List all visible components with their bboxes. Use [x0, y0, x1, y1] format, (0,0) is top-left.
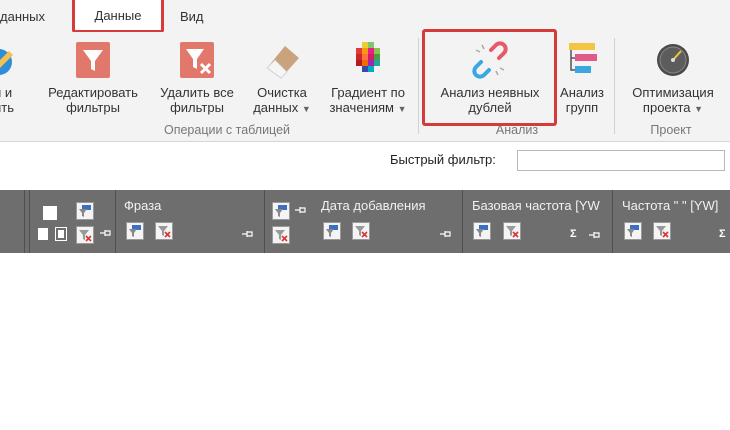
- column-separator: [612, 190, 613, 253]
- ribbon-label: фильтры: [170, 100, 224, 115]
- chevron-down-icon: ▼: [397, 104, 407, 114]
- ribbon-button-partial[interactable]: и и ить: [0, 32, 24, 124]
- column-header-frequency[interactable]: Частота " " [YW]: [622, 198, 730, 213]
- grid-body: [0, 253, 730, 430]
- pin-icon[interactable]: [242, 230, 254, 238]
- ribbon-label: и и: [0, 85, 13, 100]
- filter-icon[interactable]: [272, 202, 290, 220]
- tab-bar: данных Данные Вид: [0, 0, 730, 33]
- quick-filter-input[interactable]: [517, 150, 725, 171]
- quick-filter-label: Быстрый фильтр:: [390, 152, 496, 167]
- pin-icon[interactable]: [440, 230, 452, 238]
- filter-remove-icon[interactable]: [653, 222, 671, 240]
- pin-icon[interactable]: [100, 229, 112, 237]
- clear-data-button[interactable]: Очистка данных ▼: [246, 32, 318, 124]
- ribbon-label: Редактировать: [48, 85, 138, 100]
- group-label-project: Проект: [650, 123, 692, 137]
- chevron-down-icon: ▼: [694, 104, 704, 114]
- eraser-icon: [266, 46, 299, 79]
- group-label-table-ops: Операции с таблицей: [163, 123, 291, 137]
- ribbon-label: данных: [253, 100, 299, 115]
- ribbon-label: Удалить все: [160, 85, 234, 100]
- filter-icon[interactable]: [126, 222, 144, 240]
- filter-remove-icon[interactable]: [503, 222, 521, 240]
- ribbon: и и ить Редактировать фильтры Удалить вс…: [0, 32, 730, 142]
- ribbon-label: Очистка: [257, 85, 307, 100]
- filter-remove-icon[interactable]: [272, 226, 290, 244]
- ribbon-label: проекта: [642, 100, 691, 115]
- select-all-checkbox[interactable]: [43, 206, 57, 220]
- filter-remove-icon: [180, 42, 214, 78]
- chevron-down-icon: ▼: [301, 104, 311, 114]
- column-header-base-frequency[interactable]: Базовая частота [YW: [472, 198, 604, 213]
- filter-icon: [76, 42, 110, 78]
- pin-icon[interactable]: [295, 206, 307, 214]
- pencil-circle-icon: [0, 49, 13, 75]
- column-header-phrase[interactable]: Фраза: [124, 198, 260, 213]
- filter-remove-icon[interactable]: [352, 222, 370, 240]
- edit-filters-button[interactable]: Редактировать фильтры: [38, 32, 148, 124]
- ribbon-label: значениям: [329, 100, 394, 115]
- filter-remove-icon[interactable]: [76, 226, 94, 244]
- color-gradient-icon: [356, 42, 380, 72]
- filter-icon[interactable]: [76, 202, 94, 220]
- ribbon-label: фильтры: [66, 100, 120, 115]
- column-separator: [462, 190, 463, 253]
- sum-icon[interactable]: Σ: [719, 228, 726, 240]
- tab-data-partial[interactable]: данных: [0, 0, 45, 32]
- filter-icon[interactable]: [473, 222, 491, 240]
- ribbon-label: Оптимизация: [632, 85, 714, 100]
- group-analysis-button[interactable]: Анализ групп: [556, 32, 608, 124]
- project-optimization-button[interactable]: Оптимизация проекта ▼: [620, 32, 726, 124]
- ribbon-label: Градиент по: [331, 85, 405, 100]
- remove-all-filters-button[interactable]: Удалить все фильтры: [150, 32, 244, 124]
- checkbox-mini[interactable]: [55, 227, 67, 241]
- ribbon-label: ить: [0, 100, 14, 115]
- column-separator: [264, 190, 265, 253]
- sum-icon[interactable]: Σ: [570, 228, 577, 240]
- highlight-box: [422, 29, 557, 126]
- checkbox-mini[interactable]: [38, 228, 48, 240]
- value-gradient-button[interactable]: Градиент по значениям ▼: [322, 32, 414, 124]
- ribbon-label: Анализ: [560, 85, 604, 100]
- tab-view[interactable]: Вид: [180, 0, 204, 32]
- pin-icon[interactable]: [589, 231, 601, 239]
- column-separator: [115, 190, 116, 253]
- speedometer-icon: [657, 44, 689, 76]
- tab-data[interactable]: Данные: [72, 0, 164, 33]
- hierarchy-icon: [569, 43, 597, 73]
- column-separator: [24, 190, 25, 253]
- ribbon-separator: [614, 38, 615, 134]
- column-separator: [29, 190, 30, 253]
- filter-icon[interactable]: [624, 222, 642, 240]
- column-header-date-added[interactable]: Дата добавления: [321, 198, 459, 213]
- filter-icon[interactable]: [323, 222, 341, 240]
- filter-remove-icon[interactable]: [155, 222, 173, 240]
- ribbon-separator: [418, 38, 419, 134]
- ribbon-label: групп: [565, 100, 599, 115]
